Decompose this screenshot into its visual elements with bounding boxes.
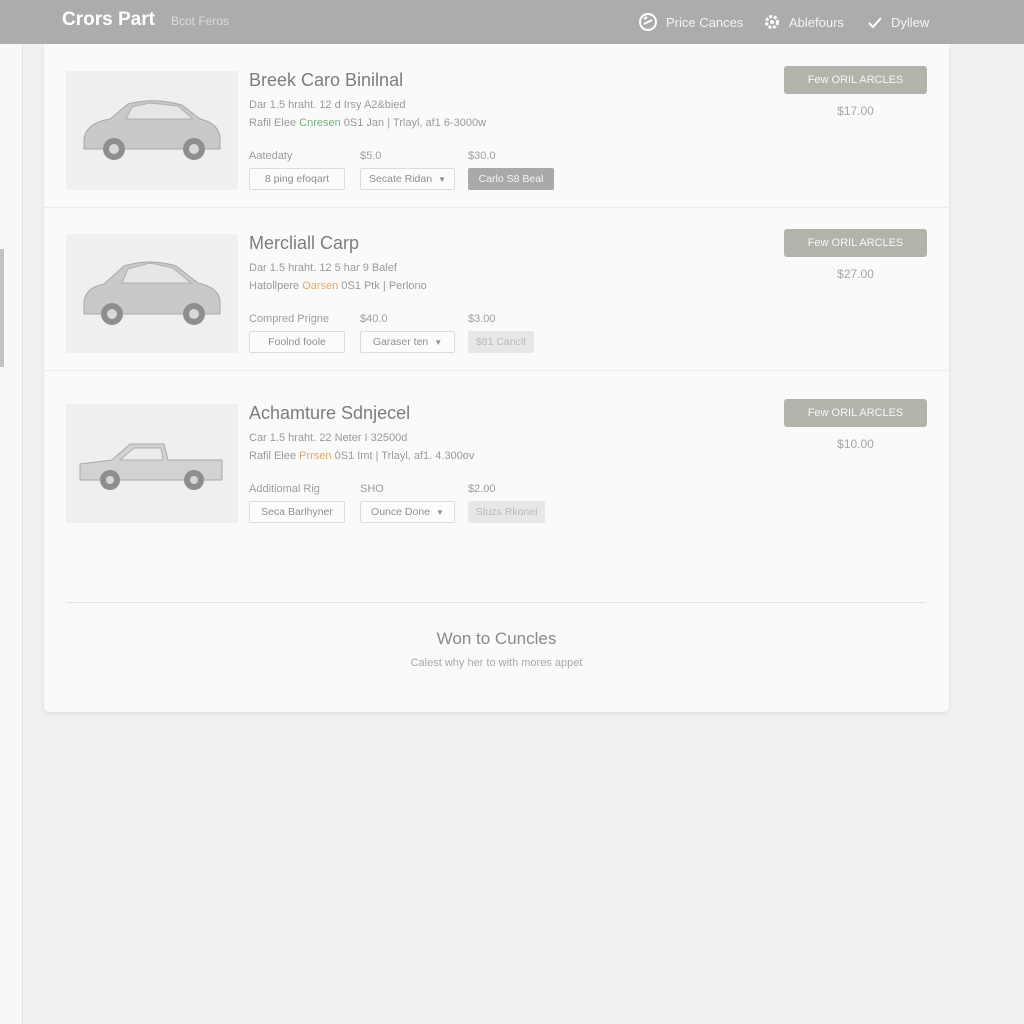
pickup-truck-icon bbox=[79, 443, 223, 490]
scrollbar-handle[interactable] bbox=[0, 249, 4, 367]
option-select[interactable]: Secate Ridan ▼ bbox=[360, 168, 455, 190]
gear-icon bbox=[765, 15, 779, 29]
spec-text: 0S1 Jan | Trlayl, af1 6-3000w bbox=[343, 117, 487, 129]
spec-text: 0S1 Ptk | Perlono bbox=[341, 280, 427, 292]
left-rail bbox=[0, 44, 23, 1024]
listings-card: Breek Caro Binilnal Dar 1.5 hraht. 12 d … bbox=[44, 44, 949, 712]
chevron-down-icon: ▼ bbox=[436, 507, 444, 517]
spec-highlight: Cnresen bbox=[299, 117, 341, 129]
option-input[interactable]: Foolnd foole bbox=[249, 331, 345, 353]
listing-specs: Dar 1.5 hraht. 12 d Irsy A2&bied bbox=[249, 99, 406, 111]
option-action-button[interactable]: Carlo S8 Beal bbox=[468, 168, 554, 190]
listing-specs-secondary: Hatollpere Oarsen 0S1 Ptk | Perlono bbox=[249, 280, 427, 292]
option-label: $5.0 bbox=[360, 150, 382, 162]
spec-text: Rafil Elee bbox=[249, 117, 297, 129]
option-action-button[interactable]: Stuzs Rkonel bbox=[468, 501, 545, 523]
select-value: Secate Ridan bbox=[369, 173, 433, 185]
listing-title: Mercliall Carp bbox=[249, 233, 360, 253]
car-thumbnail[interactable] bbox=[66, 404, 238, 523]
option-label: Compred Prigne bbox=[249, 313, 330, 325]
view-offer-button[interactable]: Few ORIL ARCLES bbox=[784, 399, 927, 427]
option-action-button[interactable]: $81 Canclt bbox=[468, 331, 534, 353]
view-offer-button[interactable]: Few ORIL ARCLES bbox=[784, 229, 927, 257]
select-value: Garaser ten bbox=[372, 336, 429, 348]
check-icon bbox=[868, 17, 882, 29]
footer-divider bbox=[66, 602, 926, 603]
listing-price: $27.00 bbox=[837, 267, 874, 281]
hatchback-car-icon bbox=[83, 261, 221, 325]
option-select[interactable]: Ounce Done ▼ bbox=[360, 501, 455, 523]
nav-price-cances[interactable]: Price Cances bbox=[638, 0, 743, 44]
option-label: Additiomal Rig bbox=[249, 483, 320, 495]
car-thumbnail[interactable] bbox=[66, 71, 238, 190]
footer-subtitle: Calest why her to with mores appet bbox=[410, 657, 583, 669]
nav-label: Price Cances bbox=[666, 14, 744, 30]
option-label: $3.00 bbox=[468, 313, 496, 325]
spec-text: 0S1 Imt | Trlayl, af1. 4.300ov bbox=[334, 450, 475, 462]
brand-subtitle[interactable]: Bcot Feros bbox=[171, 14, 229, 28]
option-input[interactable]: 8 ping efoqart bbox=[249, 168, 345, 190]
refresh-icon bbox=[639, 13, 657, 31]
listing-item: Breek Caro Binilnal Dar 1.5 hraht. 12 d … bbox=[44, 44, 949, 208]
view-offer-button[interactable]: Few ORIL ARCLES bbox=[784, 66, 927, 94]
spec-text: Rafil Elee bbox=[249, 450, 297, 462]
listing-specs: Car 1.5 hraht. 22 Neter I 32500d bbox=[249, 432, 408, 444]
nav-label: Dyllew bbox=[891, 14, 930, 30]
footer-title: Won to Cuncles bbox=[436, 629, 557, 648]
sedan-car-icon bbox=[83, 100, 221, 160]
listing-item: Mercliall Carp Dar 1.5 hraht. 12 5 har 9… bbox=[44, 207, 949, 371]
spec-highlight: Prrsen bbox=[299, 450, 332, 462]
listing-price: $10.00 bbox=[837, 437, 874, 451]
listing-specs-secondary: Rafil Elee Cnresen 0S1 Jan | Trlayl, af1… bbox=[249, 117, 486, 129]
listing-title: Achamture Sdnjecel bbox=[249, 403, 411, 423]
car-thumbnail[interactable] bbox=[66, 234, 238, 353]
top-bar: Crors Part Bcot Feros Price Cances Ablef… bbox=[0, 0, 1024, 44]
brand-logo-text[interactable]: Crors Part bbox=[62, 9, 155, 31]
option-label: $2.00 bbox=[468, 483, 496, 495]
listing-item: Achamture Sdnjecel Car 1.5 hraht. 22 Net… bbox=[44, 377, 949, 540]
listing-price: $17.00 bbox=[837, 104, 874, 118]
listing-title: Breek Caro Binilnal bbox=[249, 70, 404, 90]
spec-text: Hatollpere bbox=[249, 280, 300, 292]
option-label: Aatedaty bbox=[249, 150, 293, 162]
listing-specs: Dar 1.5 hraht. 12 5 har 9 Balef bbox=[249, 262, 397, 274]
option-label: $40.0 bbox=[360, 313, 388, 325]
spec-highlight: Oarsen bbox=[302, 280, 339, 292]
option-select[interactable]: Garaser ten ▼ bbox=[360, 331, 455, 353]
nav-dyllew[interactable]: Dyllew bbox=[867, 0, 929, 44]
option-input[interactable]: Seca Barlhyner bbox=[249, 501, 345, 523]
listing-specs-secondary: Rafil Elee Prrsen 0S1 Imt | Trlayl, af1.… bbox=[249, 450, 474, 462]
chevron-down-icon: ▼ bbox=[434, 337, 443, 347]
option-label: SHO bbox=[360, 483, 384, 495]
select-value: Ounce Done bbox=[371, 506, 431, 518]
option-label: $30.0 bbox=[468, 150, 496, 162]
nav-label: Ablefours bbox=[789, 14, 844, 30]
chevron-down-icon: ▼ bbox=[438, 174, 446, 184]
nav-ablefours[interactable]: Ablefours bbox=[763, 0, 844, 44]
